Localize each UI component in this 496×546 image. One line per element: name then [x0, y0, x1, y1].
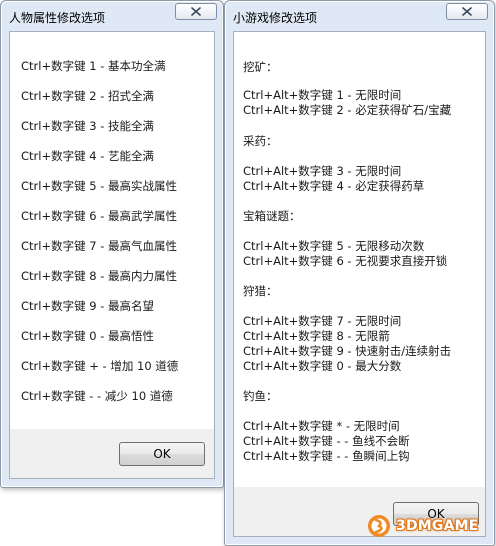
- option-line: Ctrl+数字键 9 - 最高名望: [21, 299, 155, 313]
- option-line: Ctrl+数字键 1 - 基本功全满: [21, 59, 166, 73]
- option-line: Ctrl+数字键 4 - 艺能全满: [21, 149, 155, 163]
- option-line: Ctrl+数字键 + - 增加 10 道德: [21, 359, 179, 373]
- option-line: Ctrl+Alt+数字键 1 - 无限时间: [243, 88, 402, 102]
- options-text-panel: Ctrl+数字键 1 - 基本功全满 Ctrl+数字键 2 - 招式全满 Ctr…: [10, 32, 214, 429]
- option-line: Ctrl+数字键 7 - 最高气血属性: [21, 239, 178, 253]
- option-line: Ctrl+Alt+数字键 - - 鱼线不会断: [243, 434, 410, 448]
- option-line: Ctrl+Alt+数字键 - - 鱼瞬间上钩: [243, 449, 410, 463]
- watermark: 3DMGAME: [366, 512, 488, 540]
- option-line: Ctrl+Alt+数字键 4 - 必定获得药草: [243, 179, 425, 193]
- dialog-client-area: Ctrl+数字键 1 - 基本功全满 Ctrl+数字键 2 - 招式全满 Ctr…: [9, 31, 215, 479]
- options-text-panel: 挖矿： Ctrl+Alt+数字键 1 - 无限时间 Ctrl+Alt+数字键 2…: [234, 32, 485, 487]
- dialog-client-area: 挖矿： Ctrl+Alt+数字键 1 - 无限时间 Ctrl+Alt+数字键 2…: [233, 31, 486, 537]
- option-line: Ctrl+数字键 6 - 最高武学属性: [21, 209, 178, 223]
- section-heading: 挖矿：: [243, 60, 278, 74]
- section-heading: 宝箱谜题：: [243, 209, 301, 223]
- option-line: Ctrl+Alt+数字键 9 - 快速射击/连续射击: [243, 344, 452, 358]
- option-line: Ctrl+Alt+数字键 * - 无限时间: [243, 419, 400, 433]
- close-icon: [462, 7, 472, 16]
- option-line: Ctrl+数字键 0 - 最高悟性: [21, 329, 155, 343]
- section-heading: 采药：: [243, 134, 278, 148]
- close-icon: [191, 7, 201, 16]
- option-line: Ctrl+数字键 2 - 招式全满: [21, 89, 155, 103]
- 3dm-logo-icon: [368, 515, 390, 537]
- minigame-dialog: 小游戏修改选项 挖矿： Ctrl+Alt+数字键 1 - 无限时间 Ctrl+A…: [224, 0, 495, 546]
- option-line: Ctrl+Alt+数字键 0 - 最大分数: [243, 359, 402, 373]
- close-button[interactable]: [446, 3, 488, 20]
- option-line: Ctrl+数字键 - - 减少 10 道德: [21, 389, 173, 403]
- dialog-title: 人物属性修改选项: [9, 11, 106, 25]
- option-line: Ctrl+数字键 5 - 最高实战属性: [21, 179, 178, 193]
- option-line: Ctrl+Alt+数字键 7 - 无限时间: [243, 314, 402, 328]
- option-line: Ctrl+Alt+数字键 8 - 无限箭: [243, 329, 390, 343]
- option-line: Ctrl+Alt+数字键 3 - 无限时间: [243, 164, 402, 178]
- close-button[interactable]: [175, 3, 217, 20]
- title-bar[interactable]: 人物属性修改选项: [1, 1, 223, 31]
- watermark-text: 3DMGAME: [396, 518, 479, 534]
- section-heading: 狩猎：: [243, 284, 278, 298]
- option-line: Ctrl+Alt+数字键 2 - 必定获得矿石/宝藏: [243, 103, 452, 117]
- title-bar[interactable]: 小游戏修改选项: [225, 1, 494, 31]
- dialog-title: 小游戏修改选项: [233, 11, 318, 25]
- option-line: Ctrl+Alt+数字键 6 - 无视要求直接开锁: [243, 254, 448, 268]
- option-line: Ctrl+数字键 8 - 最高内力属性: [21, 269, 178, 283]
- option-line: Ctrl+数字键 3 - 技能全满: [21, 119, 155, 133]
- section-heading: 钓鱼：: [243, 389, 278, 403]
- ok-button[interactable]: OK: [119, 442, 205, 466]
- character-attributes-dialog: 人物属性修改选项 Ctrl+数字键 1 - 基本功全满 Ctrl+数字键 2 -…: [0, 0, 224, 488]
- option-line: Ctrl+Alt+数字键 5 - 无限移动次数: [243, 239, 425, 253]
